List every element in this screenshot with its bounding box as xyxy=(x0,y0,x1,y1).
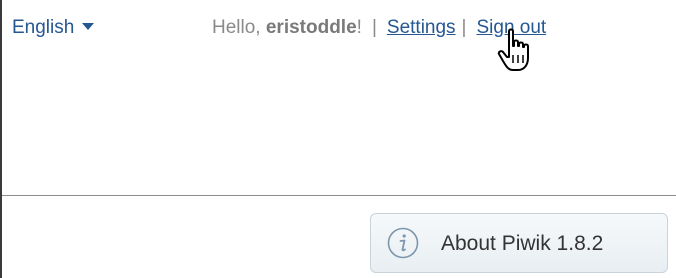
about-label: About Piwik 1.8.2 xyxy=(441,232,604,255)
language-selector[interactable]: English xyxy=(12,17,95,39)
greeting-prefix: Hello, xyxy=(212,17,266,38)
divider xyxy=(2,195,676,196)
username: eristoddle xyxy=(265,17,357,38)
dropdown-arrow-icon xyxy=(82,23,95,30)
hand-pointer-icon xyxy=(497,28,529,71)
settings-link[interactable]: Settings xyxy=(387,17,456,38)
info-icon xyxy=(387,227,419,259)
piwik-top-panel: English Hello, eristoddle! | Settings | Sign… xyxy=(0,0,676,278)
separator: | xyxy=(371,17,377,38)
separator: | xyxy=(461,17,467,38)
top-bar: English Hello, eristoddle! | Settings | Sign… xyxy=(2,0,676,71)
language-label: English xyxy=(12,17,75,38)
about-piwik-button[interactable]: About Piwik 1.8.2 xyxy=(370,213,668,273)
greeting-suffix: ! xyxy=(356,17,362,38)
